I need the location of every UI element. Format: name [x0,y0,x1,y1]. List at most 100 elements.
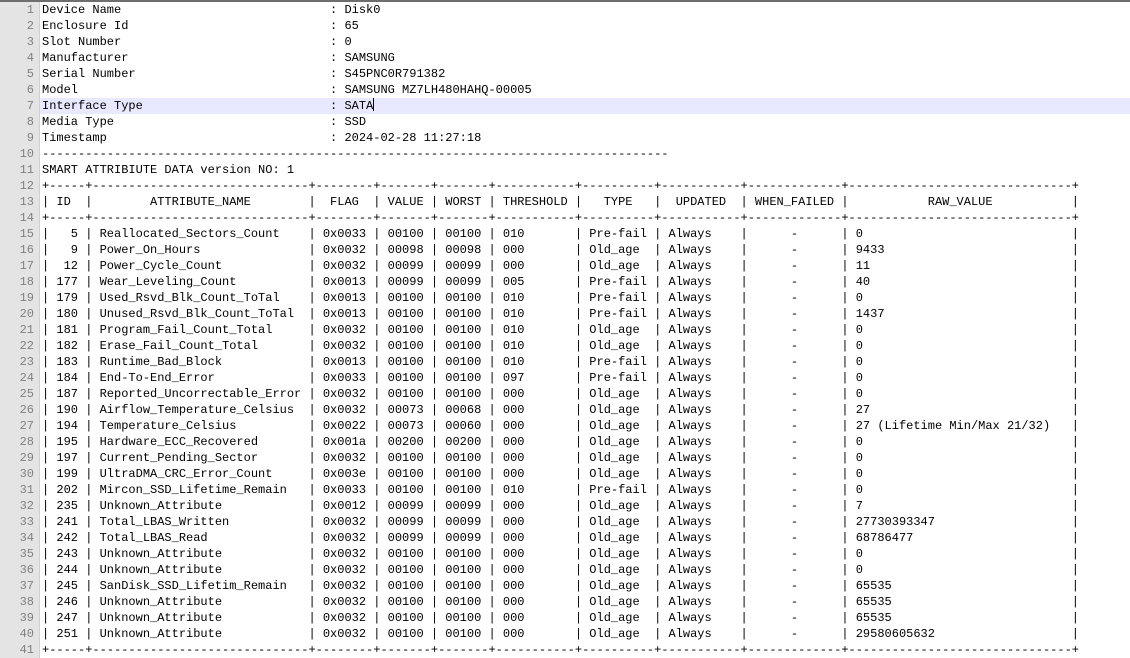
editor-line-37[interactable]: 37| 245 | SanDisk_SSD_Lifetim_Remain | 0… [0,578,1130,594]
line-number[interactable]: 5 [0,66,40,82]
line-text[interactable]: | 12 | Power_Cycle_Count | 0x0032 | 0009… [40,258,1130,274]
line-text[interactable]: Media Type : SSD [40,114,1130,130]
editor-line-24[interactable]: 24| 184 | End-To-End_Error | 0x0033 | 00… [0,370,1130,386]
line-text[interactable]: | 182 | Erase_Fail_Count_Total | 0x0032 … [40,338,1130,354]
line-text[interactable]: Model : SAMSUNG MZ7LH480HAHQ-00005 [40,82,1130,98]
line-number[interactable]: 38 [0,594,40,610]
line-number[interactable]: 30 [0,466,40,482]
editor-line-31[interactable]: 31| 202 | Mircon_SSD_Lifetime_Remain | 0… [0,482,1130,498]
editor-line-27[interactable]: 27| 194 | Temperature_Celsius | 0x0022 |… [0,418,1130,434]
line-text[interactable]: | 202 | Mircon_SSD_Lifetime_Remain | 0x0… [40,482,1130,498]
editor-line-5[interactable]: 5Serial Number : S45PNC0R791382 [0,66,1130,82]
editor-line-28[interactable]: 28| 195 | Hardware_ECC_Recovered | 0x001… [0,434,1130,450]
editor[interactable]: 1Device Name : Disk02Enclosure Id : 653S… [0,2,1130,658]
line-text[interactable]: Device Name : Disk0 [40,2,1130,18]
line-text[interactable]: | 246 | Unknown_Attribute | 0x0032 | 001… [40,594,1130,610]
editor-line-39[interactable]: 39| 247 | Unknown_Attribute | 0x0032 | 0… [0,610,1130,626]
line-text[interactable]: | 197 | Current_Pending_Sector | 0x0032 … [40,450,1130,466]
line-number[interactable]: 35 [0,546,40,562]
line-number[interactable]: 22 [0,338,40,354]
line-number[interactable]: 33 [0,514,40,530]
editor-line-6[interactable]: 6Model : SAMSUNG MZ7LH480HAHQ-00005 [0,82,1130,98]
line-text[interactable]: +-----+------------------------------+--… [40,210,1130,226]
editor-line-41[interactable]: 41+-----+------------------------------+… [0,642,1130,658]
line-number[interactable]: 37 [0,578,40,594]
editor-line-4[interactable]: 4Manufacturer : SAMSUNG [0,50,1130,66]
editor-line-34[interactable]: 34| 242 | Total_LBAS_Read | 0x0032 | 000… [0,530,1130,546]
line-text[interactable]: SMART ATTRIBIUTE DATA version NO: 1 [40,162,1130,178]
editor-line-10[interactable]: 10--------------------------------------… [0,146,1130,162]
line-text[interactable]: ----------------------------------------… [40,146,1130,162]
line-text[interactable]: | 251 | Unknown_Attribute | 0x0032 | 001… [40,626,1130,642]
editor-line-36[interactable]: 36| 244 | Unknown_Attribute | 0x0032 | 0… [0,562,1130,578]
line-number[interactable]: 10 [0,146,40,162]
line-number[interactable]: 4 [0,50,40,66]
line-text[interactable]: | 243 | Unknown_Attribute | 0x0032 | 001… [40,546,1130,562]
editor-line-33[interactable]: 33| 241 | Total_LBAS_Written | 0x0032 | … [0,514,1130,530]
line-number[interactable]: 24 [0,370,40,386]
line-number[interactable]: 31 [0,482,40,498]
editor-line-40[interactable]: 40| 251 | Unknown_Attribute | 0x0032 | 0… [0,626,1130,642]
editor-line-9[interactable]: 9Timestamp : 2024-02-28 11:27:18 [0,130,1130,146]
line-text[interactable]: +-----+------------------------------+--… [40,178,1130,194]
line-number[interactable]: 25 [0,386,40,402]
line-text[interactable]: | 194 | Temperature_Celsius | 0x0022 | 0… [40,418,1130,434]
editor-line-2[interactable]: 2Enclosure Id : 65 [0,18,1130,34]
editor-line-1[interactable]: 1Device Name : Disk0 [0,2,1130,18]
line-text[interactable]: Manufacturer : SAMSUNG [40,50,1130,66]
line-text[interactable]: | 199 | UltraDMA_CRC_Error_Count | 0x003… [40,466,1130,482]
line-number[interactable]: 7 [0,98,40,114]
line-text[interactable]: | 241 | Total_LBAS_Written | 0x0032 | 00… [40,514,1130,530]
line-text[interactable]: | 180 | Unused_Rsvd_Blk_Count_ToTal | 0x… [40,306,1130,322]
editor-line-38[interactable]: 38| 246 | Unknown_Attribute | 0x0032 | 0… [0,594,1130,610]
line-number[interactable]: 20 [0,306,40,322]
line-number[interactable]: 3 [0,34,40,50]
line-number[interactable]: 8 [0,114,40,130]
line-text[interactable]: Interface Type : SATA [40,98,1130,114]
line-number[interactable]: 36 [0,562,40,578]
editor-line-26[interactable]: 26| 190 | Airflow_Temperature_Celsius | … [0,402,1130,418]
line-text[interactable]: Timestamp : 2024-02-28 11:27:18 [40,130,1130,146]
line-number[interactable]: 16 [0,242,40,258]
line-text[interactable]: | 181 | Program_Fail_Count_Total | 0x003… [40,322,1130,338]
line-number[interactable]: 26 [0,402,40,418]
line-number[interactable]: 13 [0,194,40,210]
editor-line-14[interactable]: 14+-----+------------------------------+… [0,210,1130,226]
editor-line-35[interactable]: 35| 243 | Unknown_Attribute | 0x0032 | 0… [0,546,1130,562]
editor-line-20[interactable]: 20| 180 | Unused_Rsvd_Blk_Count_ToTal | … [0,306,1130,322]
line-number[interactable]: 23 [0,354,40,370]
line-text[interactable]: | 187 | Reported_Uncorrectable_Error | 0… [40,386,1130,402]
line-text[interactable]: | 9 | Power_On_Hours | 0x0032 | 00098 | … [40,242,1130,258]
line-text[interactable]: | 242 | Total_LBAS_Read | 0x0032 | 00099… [40,530,1130,546]
editor-line-25[interactable]: 25| 187 | Reported_Uncorrectable_Error |… [0,386,1130,402]
line-text[interactable]: +-----+------------------------------+--… [40,642,1130,658]
line-text[interactable]: | 247 | Unknown_Attribute | 0x0032 | 001… [40,610,1130,626]
line-number[interactable]: 34 [0,530,40,546]
line-text[interactable]: Slot Number : 0 [40,34,1130,50]
line-number[interactable]: 15 [0,226,40,242]
line-number[interactable]: 12 [0,178,40,194]
line-number[interactable]: 27 [0,418,40,434]
editor-line-15[interactable]: 15| 5 | Reallocated_Sectors_Count | 0x00… [0,226,1130,242]
editor-line-18[interactable]: 18| 177 | Wear_Leveling_Count | 0x0013 |… [0,274,1130,290]
editor-line-22[interactable]: 22| 182 | Erase_Fail_Count_Total | 0x003… [0,338,1130,354]
line-number[interactable]: 28 [0,434,40,450]
editor-line-21[interactable]: 21| 181 | Program_Fail_Count_Total | 0x0… [0,322,1130,338]
editor-line-32[interactable]: 32| 235 | Unknown_Attribute | 0x0012 | 0… [0,498,1130,514]
line-number[interactable]: 2 [0,18,40,34]
line-text[interactable]: | 177 | Wear_Leveling_Count | 0x0013 | 0… [40,274,1130,290]
line-text[interactable]: | 235 | Unknown_Attribute | 0x0012 | 000… [40,498,1130,514]
editor-line-29[interactable]: 29| 197 | Current_Pending_Sector | 0x003… [0,450,1130,466]
line-text[interactable]: Enclosure Id : 65 [40,18,1130,34]
line-number[interactable]: 11 [0,162,40,178]
editor-line-23[interactable]: 23| 183 | Runtime_Bad_Block | 0x0013 | 0… [0,354,1130,370]
line-text[interactable]: Serial Number : S45PNC0R791382 [40,66,1130,82]
line-text[interactable]: | 245 | SanDisk_SSD_Lifetim_Remain | 0x0… [40,578,1130,594]
line-number[interactable]: 9 [0,130,40,146]
line-number[interactable]: 41 [0,642,40,658]
line-number[interactable]: 18 [0,274,40,290]
line-number[interactable]: 32 [0,498,40,514]
line-text[interactable]: | ID | ATTRIBUTE_NAME | FLAG | VALUE | W… [40,194,1130,210]
editor-line-8[interactable]: 8Media Type : SSD [0,114,1130,130]
editor-line-7[interactable]: 7Interface Type : SATA [0,98,1130,114]
